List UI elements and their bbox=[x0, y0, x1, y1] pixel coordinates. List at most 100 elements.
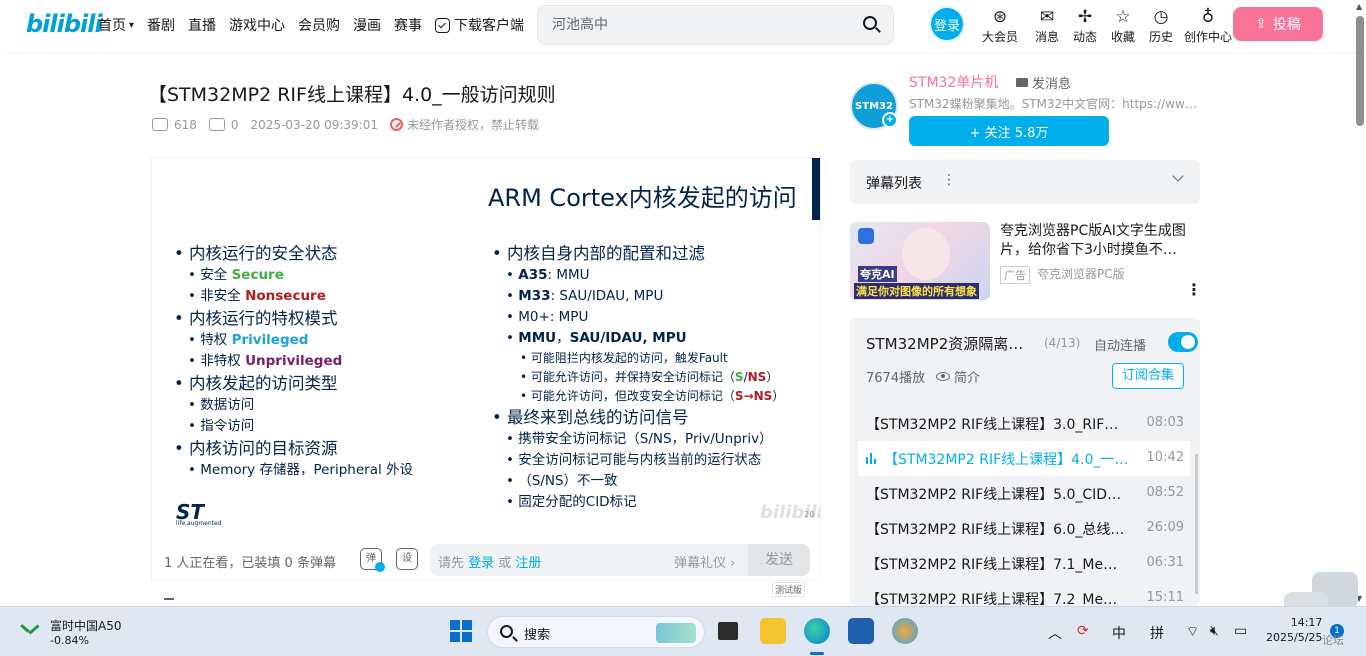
upload-button[interactable]: ⇪ 投稿 bbox=[1233, 7, 1323, 41]
video-player[interactable]: ARM Cortex内核发起的访问 内核运行的安全状态安全 Secure非安全 … bbox=[152, 158, 820, 580]
episode-item[interactable]: 【STM32MP2 RIF线上课程】5.0_CID机制 08:52 bbox=[858, 476, 1190, 511]
up-avatar[interactable]: STM32 + bbox=[850, 82, 898, 130]
entry-dynamic[interactable]: ✢ 动态 bbox=[1066, 6, 1104, 45]
slide-bullet-level-2: 非特权 Unprivileged bbox=[174, 351, 413, 372]
bilibili-logo[interactable]: bilibili bbox=[26, 10, 103, 38]
danmaku-register-link[interactable]: 注册 bbox=[515, 556, 541, 571]
episode-title: 【STM32MP2 RIF线上课程】4.0_一般访问规则 bbox=[884, 452, 1130, 468]
more-icon[interactable]: ⋮ bbox=[942, 172, 956, 188]
entry-creator[interactable]: ♁ 创作中心 bbox=[1180, 6, 1236, 45]
danmaku-etiquette-link[interactable]: 弹幕礼仪 › bbox=[674, 552, 735, 571]
stock-trend-icon bbox=[20, 623, 40, 637]
edge-icon[interactable] bbox=[804, 618, 830, 655]
danmaku-login-link[interactable]: 登录 bbox=[468, 556, 494, 571]
episode-item[interactable]: 【STM32MP2 RIF线上课程】7.1_Memory 06:31 bbox=[858, 546, 1190, 581]
system-clock[interactable]: 14:17 2025/5/25 bbox=[1266, 615, 1322, 645]
chevron-up-icon[interactable]: ︿ bbox=[1048, 623, 1062, 643]
file-explorer-icon[interactable] bbox=[760, 618, 786, 644]
slide-bullet-level-2: MMU，SAU/IDAU, MPU bbox=[492, 328, 784, 349]
collection-plays: 7674播放 bbox=[866, 371, 926, 386]
favorite-icon: ☆ bbox=[1115, 7, 1131, 27]
nav-download-client[interactable]: 下载客户端 bbox=[435, 15, 524, 35]
beta-badge: 测试版 bbox=[772, 582, 806, 597]
slide-bullet-level-2: M0+: MPU bbox=[492, 307, 784, 328]
collection-progress: (4/13) bbox=[1044, 336, 1081, 350]
episode-duration: 08:52 bbox=[1146, 485, 1184, 500]
collection-intro-link[interactable]: 简介 bbox=[936, 367, 980, 386]
chevron-down-icon[interactable] bbox=[1172, 170, 1184, 182]
send-message-link[interactable]: 发消息 bbox=[1016, 73, 1071, 92]
slide-bullet-level-2: 安全访问标记可能与内核当前的运行状态 bbox=[492, 450, 784, 471]
taskview-icon[interactable] bbox=[718, 622, 738, 640]
collection-title[interactable]: STM32MP2资源隔离框架RIF bbox=[866, 333, 1036, 354]
browser-window: bilibili 首页 ▾ 番剧 直播 游戏中心 会员购 漫画 赛事 下载客户端 … bbox=[4, 0, 1366, 606]
slide-bullet-level-1: 内核发起的访问类型 bbox=[174, 372, 413, 395]
danmaku-toggle-icon[interactable]: 弹 bbox=[360, 548, 385, 572]
subscribe-collection-button[interactable]: 订阅合集 bbox=[1112, 363, 1184, 389]
entry-vip[interactable]: ⊛ 大会员 bbox=[972, 6, 1028, 45]
ad-title[interactable]: 夸克浏览器PC版AI文字生成图片，给你省下3小时摸鱼不… bbox=[1000, 222, 1202, 260]
video-meta: 618 0 2025-03-20 09:39:01 未经作者授权，禁止转载 bbox=[152, 116, 551, 133]
download-icon bbox=[435, 17, 451, 33]
nav-manga[interactable]: 漫画 bbox=[353, 15, 381, 35]
nav-shop[interactable]: 会员购 bbox=[298, 15, 340, 35]
ad-more-icon[interactable]: ⋮ bbox=[1186, 280, 1202, 299]
search-icon bbox=[500, 625, 513, 638]
autoplay-toggle[interactable] bbox=[1168, 332, 1198, 352]
login-button[interactable]: 登录 bbox=[929, 6, 965, 42]
autoplay-label: 自动连播 bbox=[1094, 339, 1147, 354]
search-box bbox=[537, 5, 894, 45]
start-icon[interactable] bbox=[450, 620, 472, 642]
history-icon: ◷ bbox=[1153, 7, 1169, 27]
speaker-muted-icon[interactable]: 🔇︎ bbox=[1210, 623, 1219, 639]
collection-scrollbar[interactable] bbox=[1195, 454, 1198, 594]
forbidden-icon bbox=[390, 118, 403, 131]
slide-bullet-level-2: 非安全 Nonsecure bbox=[174, 286, 413, 307]
danmaku-input[interactable]: 请先 登录 或 注册 弹幕礼仪 › 发送 bbox=[430, 544, 810, 576]
battery-icon[interactable]: ▭ bbox=[1234, 623, 1247, 639]
follow-button[interactable]: + 关注 5.8万 bbox=[909, 116, 1109, 146]
slide-title: ARM Cortex内核发起的访问 bbox=[488, 184, 797, 212]
quark-logo-icon bbox=[858, 228, 874, 244]
verified-icon: + bbox=[882, 112, 898, 128]
nav-anime[interactable]: 番剧 bbox=[147, 15, 175, 35]
nav-game-center[interactable]: 游戏中心 bbox=[229, 15, 285, 35]
nav-esports[interactable]: 赛事 bbox=[394, 15, 422, 35]
danmaku-send-button[interactable]: 发送 bbox=[748, 544, 810, 576]
episode-item[interactable]: 【STM32MP2 RIF线上课程】7.2_Memory 15:11 bbox=[858, 581, 1190, 606]
search-input[interactable] bbox=[552, 15, 842, 35]
wifi-icon[interactable]: ⌔ bbox=[1186, 623, 1199, 641]
slide-bullet-level-2: 特权 Privileged bbox=[174, 330, 413, 351]
page-scrollbar-thumb[interactable] bbox=[1356, 16, 1364, 126]
taskbar-search[interactable]: 搜索 bbox=[487, 616, 705, 648]
top-header: bilibili 首页 ▾ 番剧 直播 游戏中心 会员购 漫画 赛事 下载客户端 … bbox=[4, 0, 1366, 52]
ime-mode[interactable]: 中 bbox=[1112, 623, 1126, 643]
ime-pinyin[interactable]: 拼 bbox=[1150, 623, 1164, 643]
scroll-up-arrow[interactable]: ▲ bbox=[1356, 2, 1362, 11]
slide-bullet-level-3: 可能允许访问，并保持安全访问标记（S/NS） bbox=[492, 368, 784, 387]
search-icon[interactable] bbox=[861, 14, 883, 36]
danmaku-list-panel[interactable]: 弹幕列表 ⋮ bbox=[850, 160, 1200, 204]
slide-bullet-level-1: 内核自身内部的配置和过滤 bbox=[492, 242, 784, 265]
episode-item[interactable]: 【STM32MP2 RIF线上课程】3.0_RIF基本概念 08:03 bbox=[858, 406, 1190, 441]
paint-icon[interactable] bbox=[892, 618, 918, 644]
ad-thumbnail[interactable]: 夸克AI 满足你对图像的所有想象 bbox=[850, 222, 990, 300]
episode-item[interactable]: 【STM32MP2 RIF线上课程】4.0_一般访问规则 10:42 bbox=[858, 441, 1190, 476]
nav-home[interactable]: 首页 ▾ bbox=[98, 15, 134, 35]
up-name[interactable]: STM32单片机 bbox=[909, 72, 998, 92]
danmaku-settings-icon[interactable]: 设 bbox=[396, 548, 418, 570]
collection-panel: STM32MP2资源隔离框架RIF (4/13) 自动连播 7674播放 简介 … bbox=[850, 318, 1200, 606]
episode-title: 【STM32MP2 RIF线上课程】3.0_RIF基本概念 bbox=[866, 417, 1128, 433]
sync-icon[interactable]: ⟳ bbox=[1077, 623, 1089, 639]
entry-history[interactable]: ◷ 历史 bbox=[1142, 6, 1180, 45]
envelope-icon bbox=[1016, 78, 1028, 87]
entry-message[interactable]: ✉ 消息 bbox=[1028, 6, 1066, 45]
slide-left-column: 内核运行的安全状态安全 Secure非安全 Nonsecure内核运行的特权模式… bbox=[174, 242, 413, 481]
episode-title: 【STM32MP2 RIF线上课程】7.1_Memory bbox=[866, 557, 1128, 573]
nav-live[interactable]: 直播 bbox=[188, 15, 216, 35]
entry-favorite[interactable]: ☆ 收藏 bbox=[1104, 6, 1142, 45]
video-frame-slide[interactable]: ARM Cortex内核发起的访问 内核运行的安全状态安全 Secure非安全 … bbox=[152, 158, 820, 536]
episode-item[interactable]: 【STM32MP2 RIF线上课程】6.0_总线访问 26:09 bbox=[858, 511, 1190, 546]
anime-character-image bbox=[902, 228, 950, 280]
store-icon[interactable] bbox=[848, 618, 874, 644]
